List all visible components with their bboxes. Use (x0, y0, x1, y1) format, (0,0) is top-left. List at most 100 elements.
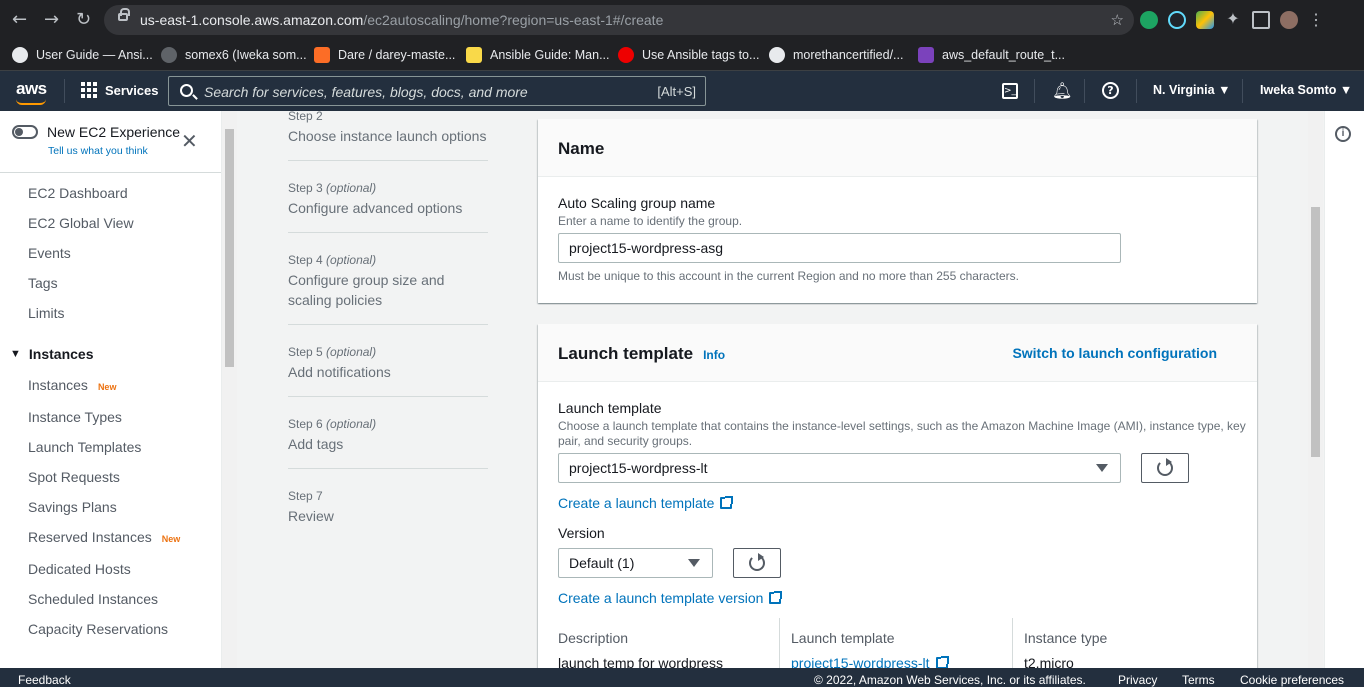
version-select[interactable]: Default (1) (558, 548, 713, 578)
sidebar-item-events[interactable]: Events (28, 245, 71, 261)
extension-icon[interactable] (1140, 11, 1158, 29)
bookmark[interactable]: aws_default_route_t... (918, 45, 1065, 65)
refresh-templates-button[interactable] (1141, 453, 1189, 483)
new-experience-label: New EC2 Experience (47, 124, 181, 140)
bookmark[interactable]: User Guide — Ansi... (12, 45, 153, 65)
create-launch-template-version-link[interactable]: Create a launch template version (558, 590, 783, 606)
divider (1034, 79, 1035, 103)
url-text[interactable]: us-east-1.console.aws.amazon.com/ec2auto… (140, 12, 663, 28)
divider (1242, 79, 1243, 103)
panel-header: Launch template Info Switch to launch con… (538, 324, 1257, 382)
external-link-icon (769, 591, 783, 604)
sidebar-item-tags[interactable]: Tags (28, 275, 58, 291)
close-icon[interactable]: ✕ (181, 131, 198, 151)
switch-to-launch-configuration-link[interactable]: Switch to launch configuration (1012, 345, 1217, 361)
puzzle-icon[interactable]: ✦ (1224, 11, 1242, 29)
divider (64, 79, 65, 103)
profile-avatar[interactable] (1280, 11, 1298, 29)
sidebar-item-dedicated-hosts[interactable]: Dedicated Hosts (28, 561, 131, 577)
scrollbar-thumb[interactable] (225, 129, 234, 367)
step-number: Step 6 (optional) (288, 417, 377, 431)
sidebar-item-ec2-global-view[interactable]: EC2 Global View (28, 215, 134, 231)
reload-icon[interactable]: ↻ (76, 10, 91, 30)
launch-template-select[interactable]: project15-wordpress-lt (558, 453, 1121, 483)
services-menu-button[interactable]: Services (81, 82, 159, 98)
caret-down-icon (688, 559, 700, 567)
info-link[interactable]: Info (703, 348, 725, 362)
address-bar[interactable]: us-east-1.console.aws.amazon.com/ec2auto… (104, 5, 1134, 35)
bookmark[interactable]: Dare / darey-maste... (314, 45, 455, 65)
aws-logo[interactable]: aws (16, 79, 47, 99)
forward-arrow-icon[interactable]: → (44, 10, 59, 30)
feedback-link[interactable]: Tell us what you think (48, 145, 148, 157)
extension-icon[interactable] (1196, 11, 1214, 29)
step-link[interactable]: Configure advanced options (288, 198, 488, 218)
search-icon (180, 84, 193, 97)
sidebar-item-spot-requests[interactable]: Spot Requests (28, 469, 120, 485)
divider (0, 172, 221, 173)
back-arrow-icon[interactable]: ← (12, 10, 27, 30)
description-label: Description (558, 630, 629, 646)
step-link[interactable]: Review (288, 506, 488, 526)
bookmark-star-icon[interactable]: ☆ (1111, 11, 1124, 29)
cloudshell-icon[interactable]: >_ (1002, 83, 1018, 99)
sidebar-scrollbar[interactable] (222, 111, 237, 668)
bell-icon[interactable]: 🔔︎ (1052, 81, 1072, 100)
step-link[interactable]: Choose instance launch options (288, 126, 488, 146)
instance-type-label: Instance type (1024, 630, 1108, 646)
menu-dots-icon[interactable]: ⋮ (1308, 10, 1324, 30)
divider (288, 232, 488, 233)
side-panel-icon[interactable] (1252, 11, 1270, 29)
react-devtools-icon[interactable] (1168, 11, 1186, 29)
bookmark[interactable]: Ansible Guide: Man... (466, 45, 610, 65)
scrollbar-thumb[interactable] (1311, 207, 1320, 457)
sidebar-item-launch-templates[interactable]: Launch Templates (28, 439, 141, 455)
asg-name-input[interactable]: project15-wordpress-asg (558, 233, 1121, 263)
copyright-text: © 2022, Amazon Web Services, Inc. or its… (814, 673, 1086, 687)
feedback-button[interactable]: Feedback (18, 673, 71, 687)
main-scrollbar[interactable] (1308, 111, 1323, 668)
create-launch-template-link[interactable]: Create a launch template (558, 495, 734, 511)
step-link[interactable]: Add tags (288, 434, 488, 454)
grid-icon (81, 82, 97, 98)
region-selector[interactable]: N. Virginia ▼ (1153, 83, 1230, 97)
cookie-preferences-link[interactable]: Cookie preferences (1240, 673, 1344, 687)
info-icon[interactable]: i (1335, 126, 1351, 142)
footer: Feedback © 2022, Amazon Web Services, In… (0, 668, 1364, 687)
version-label: Version (558, 525, 605, 541)
asg-name-description: Enter a name to identify the group. (558, 214, 743, 228)
sidebar-item-reserved-instances[interactable]: Reserved Instances New (28, 529, 180, 545)
sidebar-item-capacity-reservations[interactable]: Capacity Reservations (28, 621, 168, 637)
external-link-icon (720, 496, 734, 509)
step-number: Step 5 (optional) (288, 345, 377, 359)
new-experience-toggle[interactable] (12, 125, 38, 139)
step-link[interactable]: Configure group size and scaling policie… (288, 270, 463, 310)
services-label: Services (105, 82, 159, 98)
search-placeholder: Search for services, features, blogs, do… (204, 84, 528, 100)
sidebar-item-scheduled-instances[interactable]: Scheduled Instances (28, 591, 158, 607)
bookmark[interactable]: morethancertified/... (769, 45, 903, 65)
sidebar-item-ec2-dashboard[interactable]: EC2 Dashboard (28, 185, 128, 201)
terms-link[interactable]: Terms (1182, 673, 1215, 687)
privacy-link[interactable]: Privacy (1118, 673, 1157, 687)
step-number: Step 2 (288, 109, 323, 123)
bookmark[interactable]: somex6 (Iweka som... (161, 45, 307, 65)
sidebar-item-limits[interactable]: Limits (28, 305, 65, 321)
help-icon[interactable]: ? (1102, 82, 1119, 99)
sidebar-item-instance-types[interactable]: Instance Types (28, 409, 122, 425)
divider (288, 160, 488, 161)
lock-icon (118, 8, 130, 21)
search-input[interactable]: Search for services, features, blogs, do… (168, 76, 706, 106)
sidebar-item-savings-plans[interactable]: Savings Plans (28, 499, 117, 515)
redhat-icon (618, 47, 634, 63)
sidebar-section-instances[interactable]: ▼ Instances (10, 346, 93, 362)
extensions-bar: ✦ ⋮ (1140, 9, 1324, 31)
divider (288, 324, 488, 325)
account-menu[interactable]: Iweka Somto ▼ (1260, 83, 1352, 97)
sidebar-item-instances[interactable]: Instances New (28, 377, 116, 393)
panel-title: Name (558, 139, 605, 158)
globe-icon (12, 47, 28, 63)
bookmark[interactable]: Use Ansible tags to... (618, 45, 759, 65)
step-link[interactable]: Add notifications (288, 362, 488, 382)
refresh-versions-button[interactable] (733, 548, 781, 578)
